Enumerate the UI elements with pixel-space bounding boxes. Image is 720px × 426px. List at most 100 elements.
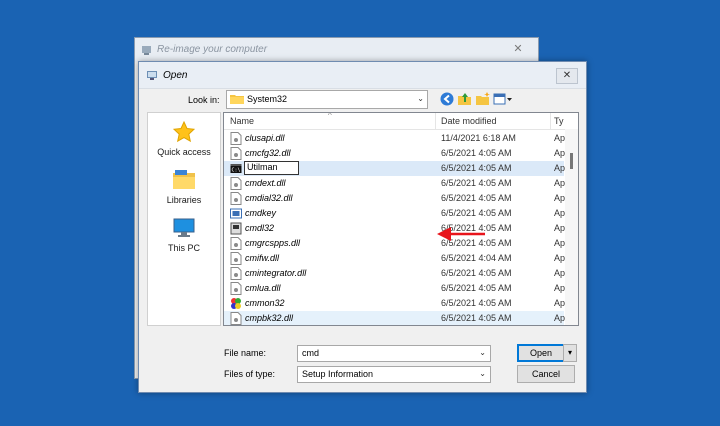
dll-file-icon <box>230 177 242 190</box>
open-split-arrow-icon[interactable]: ▾ <box>563 344 577 362</box>
dll-file-icon <box>230 147 242 160</box>
file-date: 6/5/2021 4:05 AM <box>441 298 512 308</box>
column-date-modified[interactable]: Date modified <box>441 116 497 126</box>
file-type: Ap <box>554 208 566 218</box>
file-type: Ap <box>554 313 566 323</box>
cancel-button[interactable]: Cancel <box>517 365 575 383</box>
file-name: cmmon32 <box>245 298 285 308</box>
file-rows: clusapi.dll 11/4/2021 6:18 AM Ap cmcfg32… <box>224 131 566 325</box>
phone-dialer-icon <box>230 222 242 235</box>
background-window-titlebar: Re-image your computer ✕ <box>135 38 538 62</box>
libraries-icon <box>173 170 195 189</box>
places-bar: Quick access Libraries This PC <box>147 112 221 326</box>
file-name: cmcfg32.dll <box>245 148 291 158</box>
column-separator[interactable] <box>550 113 551 129</box>
dll-file-icon <box>230 252 242 265</box>
open-dialog: Open ✕ Look in: System32 ⌄ Quick access … <box>138 61 587 393</box>
sort-caret-icon: ^ <box>328 112 332 120</box>
place-libraries[interactable]: Libraries <box>148 169 220 205</box>
chevron-down-icon: ⌄ <box>479 369 486 378</box>
file-type: Ap <box>554 253 566 263</box>
back-icon[interactable] <box>439 91 455 107</box>
table-row[interactable]: cmpbk32.dll 6/5/2021 4:05 AM Ap <box>224 311 566 325</box>
file-name: clusapi.dll <box>245 133 285 143</box>
table-row[interactable]: cmintegrator.dll 6/5/2021 4:05 AM Ap <box>224 266 565 281</box>
dll-file-icon <box>230 312 242 325</box>
file-type: Ap <box>554 298 566 308</box>
files-of-type-value: Setup Information <box>302 369 374 379</box>
file-name-field[interactable]: cmd ⌄ <box>297 345 491 362</box>
file-type: Ap <box>554 283 566 293</box>
folder-icon <box>230 95 244 104</box>
table-row[interactable]: cmmon32 6/5/2021 4:05 AM Ap <box>224 296 566 311</box>
table-row[interactable]: cmdl32 6/5/2021 4:05 AM Ap <box>224 221 566 236</box>
command-prompt-icon: C:\ <box>230 164 242 174</box>
file-type: Ap <box>554 133 566 143</box>
look-in-dropdown[interactable]: System32 ⌄ <box>226 90 428 109</box>
file-name: cmgrcspps.dll <box>245 238 301 248</box>
table-row[interactable]: cmcfg32.dll 6/5/2021 4:05 AM Ap <box>224 146 566 161</box>
files-of-type-label: Files of type: <box>224 369 276 379</box>
rename-input[interactable]: Utilman <box>244 161 299 175</box>
open-button[interactable]: Open <box>517 344 565 362</box>
place-label: This PC <box>167 243 200 253</box>
chevron-down-icon[interactable]: ⌄ <box>479 348 486 357</box>
file-name: cmifw.dll <box>245 253 280 263</box>
background-close-icon[interactable]: ✕ <box>506 42 530 56</box>
chevron-down-icon: ⌄ <box>417 94 424 103</box>
computer-icon <box>173 218 195 237</box>
table-row[interactable]: cmdial32.dll 6/5/2021 4:05 AM Ap <box>224 191 565 206</box>
files-of-type-select[interactable]: Setup Information ⌄ <box>297 366 491 383</box>
file-type: Ap <box>554 163 566 173</box>
file-type: Ap <box>554 223 566 233</box>
file-type: Ap <box>554 178 566 188</box>
table-row[interactable]: cmgrcspps.dll 6/5/2021 4:05 AM Ap <box>224 236 566 251</box>
table-row[interactable]: cmdext.dll 6/5/2021 4:05 AM Ap <box>224 176 566 191</box>
file-type: Ap <box>554 148 566 158</box>
column-name[interactable]: Name <box>230 116 254 126</box>
dll-file-icon <box>230 132 242 145</box>
file-date: 6/5/2021 4:05 AM <box>441 148 512 158</box>
vertical-scrollbar[interactable] <box>565 129 578 325</box>
file-name: cmdl32 <box>245 223 275 233</box>
file-date: 6/5/2021 4:05 AM <box>441 193 512 203</box>
look-in-value: System32 <box>247 94 288 104</box>
scrollbar-thumb[interactable] <box>570 153 573 169</box>
place-this-pc[interactable]: This PC <box>148 217 220 253</box>
view-menu-icon[interactable] <box>493 91 513 107</box>
file-name: cmintegrator.dll <box>245 268 307 278</box>
file-date: 6/5/2021 4:05 AM <box>441 178 512 188</box>
app-icon <box>147 71 157 80</box>
table-row[interactable]: cmdkey 6/5/2021 4:05 AM Ap <box>224 206 566 221</box>
place-quick-access[interactable]: Quick access <box>148 120 220 157</box>
dialog-title: Open <box>163 70 188 81</box>
column-type[interactable]: Ty <box>554 116 564 126</box>
column-separator[interactable] <box>435 113 436 129</box>
table-row[interactable]: cmlua.dll 6/5/2021 4:05 AM Ap <box>224 281 566 296</box>
file-date: 6/5/2021 4:04 AM <box>441 253 512 263</box>
dll-file-icon <box>230 237 242 250</box>
dll-file-icon <box>230 192 242 205</box>
new-folder-icon[interactable] <box>475 91 491 107</box>
star-icon <box>172 120 196 143</box>
file-name: cmdext.dll <box>245 178 286 188</box>
annotation-arrow-icon <box>437 227 485 241</box>
exe-file-icon <box>230 208 242 219</box>
table-row[interactable]: cmifw.dll 6/5/2021 4:04 AM Ap <box>224 251 566 266</box>
place-label: Quick access <box>157 147 211 157</box>
file-list[interactable]: ^ Name Date modified Ty clusapi.dll 11/4… <box>223 112 579 326</box>
close-icon[interactable]: ✕ <box>556 68 578 84</box>
up-folder-icon[interactable] <box>457 91 473 107</box>
file-date: 6/5/2021 4:05 AM <box>441 268 512 278</box>
file-name: cmlua.dll <box>245 283 281 293</box>
file-date: 6/5/2021 4:05 AM <box>441 208 512 218</box>
file-list-header: ^ Name Date modified Ty <box>224 113 578 130</box>
dialog-titlebar: Open ✕ <box>139 62 586 89</box>
file-type: Ap <box>554 238 566 248</box>
file-date: 11/4/2021 6:18 AM <box>441 133 516 143</box>
file-name: cmdial32.dll <box>245 193 293 203</box>
table-row[interactable]: clusapi.dll 11/4/2021 6:18 AM Ap <box>224 131 566 146</box>
file-name-value: cmd <box>302 348 320 358</box>
look-in-label: Look in: <box>188 95 220 105</box>
table-row-selected[interactable]: C:\ Utilman 6/5/2021 4:05 AM Ap <box>224 161 566 176</box>
